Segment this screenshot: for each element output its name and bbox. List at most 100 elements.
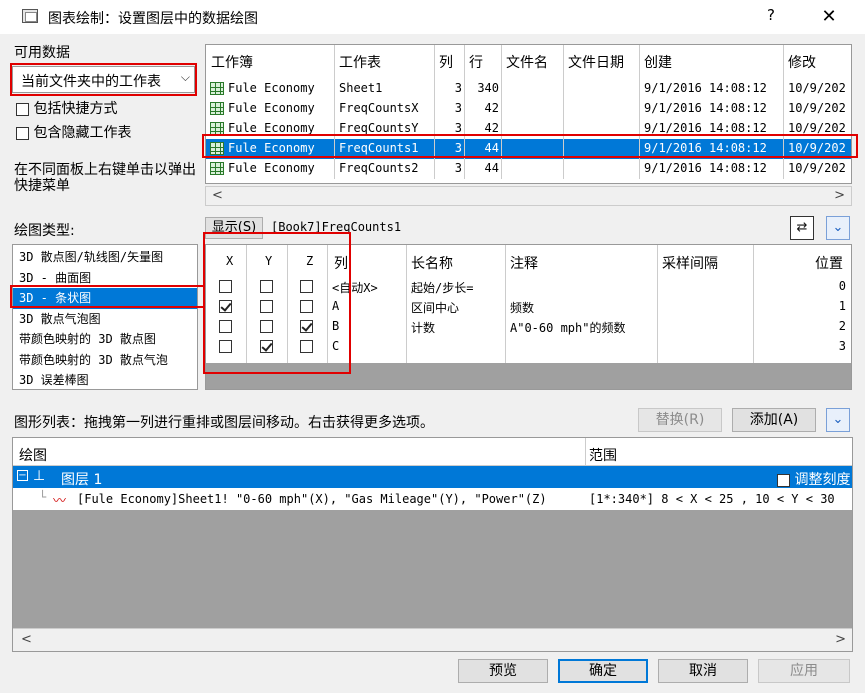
plot-list-header: 绘图 范围 (13, 438, 852, 466)
plot-type-item[interactable]: 3D 误差棒图 (13, 370, 197, 389)
column-row[interactable]: C3 (206, 337, 851, 357)
plot-type-item[interactable]: 3D - 条状图 (13, 288, 197, 309)
cell-long: 区间中心 (411, 301, 460, 315)
cell-book: Fule Economy (228, 121, 315, 135)
worksheet-row[interactable]: Fule Economy FreqCountsY 3 42 9/1/2016 14:08… (206, 119, 851, 139)
column-row[interactable]: <自动X> 起始/步长= 0 (206, 277, 851, 297)
header-plot[interactable]: 绘图 (19, 445, 47, 465)
include-shortcuts-option[interactable]: 包括快捷方式 (16, 98, 117, 118)
z-checkbox[interactable] (300, 320, 313, 333)
plot-row-range: [1*:340*] 8 < X < 25 , 10 < Y < 30 (589, 492, 835, 506)
scroll-right-icon[interactable]: > (835, 632, 846, 647)
header-position[interactable]: 位置 (815, 253, 843, 273)
header-column[interactable]: 列 (334, 253, 348, 273)
cell-cols: 3 (454, 101, 462, 115)
plot-type-item[interactable]: 3D - 曲面图 (13, 268, 197, 289)
data-source-dropdown[interactable]: 当前文件夹中的工作表 ⌵ (12, 66, 195, 93)
preview-button[interactable]: 预览 (458, 659, 548, 683)
x-checkbox[interactable] (219, 320, 232, 333)
z-checkbox[interactable] (300, 300, 313, 313)
plot-type-item[interactable]: 3D 散点气泡图 (13, 309, 197, 330)
close-button[interactable]: ✕ (815, 6, 843, 28)
plot-type-item[interactable]: 带颜色映射的 3D 散点图 (13, 329, 197, 350)
cell-created: 9/1/2016 14:08:12 (644, 121, 767, 135)
cell-cols: 3 (454, 121, 462, 135)
y-checkbox[interactable] (260, 280, 273, 293)
show-button[interactable]: 显示(S) (205, 217, 263, 239)
cell-created: 9/1/2016 14:08:12 (644, 81, 767, 95)
header-filedate[interactable]: 文件日期 (568, 52, 624, 72)
ok-button[interactable]: 确定 (558, 659, 648, 683)
double-chevron-down-icon[interactable]: ⌄ (826, 216, 850, 240)
cell-long: 起始/步长= (411, 281, 474, 295)
scroll-right-icon[interactable]: > (834, 188, 845, 203)
help-button[interactable]: ? (760, 6, 782, 28)
plot-type-item[interactable]: 带颜色映射的 3D 散点气泡 (13, 350, 197, 371)
cell-sheet: FreqCounts1 (339, 141, 419, 155)
workbook-icon (210, 122, 224, 135)
cell-book: Fule Economy (228, 101, 315, 115)
column-row[interactable]: B 计数 A"0-60 mph"的频数 2 (206, 317, 851, 337)
include-hidden-checkbox[interactable] (16, 126, 29, 140)
plot-list-hscrollbar[interactable]: < > (13, 628, 852, 651)
header-range[interactable]: 范围 (589, 445, 617, 465)
worksheet-table-hscrollbar[interactable]: < > (205, 186, 852, 206)
apply-button[interactable]: 应用 (758, 659, 850, 683)
replace-button[interactable]: 替换(R) (638, 408, 722, 432)
scroll-left-icon[interactable]: < (212, 188, 223, 203)
header-cols[interactable]: 列 (439, 52, 453, 72)
header-x[interactable]: X (226, 254, 233, 268)
selected-sheet-path: [Book7]FreqCounts1 (271, 220, 402, 234)
header-created[interactable]: 创建 (644, 52, 672, 72)
x-checkbox[interactable] (219, 280, 232, 293)
column-row[interactable]: A 区间中心 频数 1 (206, 297, 851, 317)
rescale-checkbox[interactable] (777, 473, 790, 487)
layer-row[interactable]: − ⊥ 图层 1 调整刻度 (13, 466, 852, 489)
rescale-option[interactable]: 调整刻度 (777, 469, 850, 489)
include-shortcuts-checkbox[interactable] (16, 102, 29, 116)
scroll-left-icon[interactable]: < (21, 632, 32, 647)
plot-row-text: [Fule Economy]Sheet1! "0-60 mph"(X), "Ga… (77, 492, 547, 506)
x-checkbox[interactable] (219, 340, 232, 353)
worksheet-row[interactable]: Fule Economy FreqCountsX 3 42 9/1/2016 14:08… (206, 99, 851, 119)
plot-setup-dialog: 图表绘制：设置图层中的数据绘图 ? ✕ 可用数据 当前文件夹中的工作表 ⌵ 包括… (0, 0, 865, 693)
cell-sheet: FreqCountsY (339, 121, 419, 135)
y-checkbox[interactable] (260, 300, 273, 313)
plot-type-item[interactable]: 3D 散点图/轨线图/矢量图 (13, 247, 197, 268)
header-z[interactable]: Z (306, 254, 313, 268)
z-checkbox[interactable] (300, 280, 313, 293)
header-sheet[interactable]: 工作表 (339, 52, 381, 72)
swap-arrows-icon[interactable]: ⇄ (790, 216, 814, 240)
cell-sheet: FreqCounts2 (339, 161, 419, 175)
worksheet-row[interactable]: Fule Economy FreqCounts2 3 44 9/1/2016 14:08… (206, 159, 851, 179)
header-comment[interactable]: 注释 (510, 253, 538, 273)
worksheet-row[interactable]: Fule Economy FreqCounts1 3 44 9/1/2016 14:08… (206, 139, 851, 159)
header-sampling[interactable]: 采样间隔 (662, 253, 718, 273)
include-hidden-option[interactable]: 包含隐藏工作表 (16, 122, 131, 142)
y-checkbox[interactable] (260, 320, 273, 333)
layer-icon: ⊥ (33, 468, 46, 484)
worksheet-row[interactable]: Fule Economy Sheet1 3 340 9/1/2016 14:08:12 1… (206, 79, 851, 99)
plot-row[interactable]: └ 〰 [Fule Economy]Sheet1! "0-60 mph"(X),… (13, 488, 852, 510)
cell-pos: 2 (838, 319, 846, 333)
y-checkbox[interactable] (260, 340, 273, 353)
header-book[interactable]: 工作簿 (211, 52, 253, 72)
cancel-button[interactable]: 取消 (658, 659, 748, 683)
header-long-name[interactable]: 长名称 (411, 253, 453, 273)
header-filename[interactable]: 文件名 (506, 52, 548, 72)
cell-book: Fule Economy (228, 81, 315, 95)
plot-type-list: 3D 散点图/轨线图/矢量图 3D - 曲面图 3D - 条状图 3D 散点气泡图 带颜… (12, 244, 198, 390)
plot-list-empty-area (13, 510, 852, 628)
header-modified[interactable]: 修改 (788, 52, 816, 72)
collapse-icon[interactable]: − (17, 470, 28, 481)
cell-rows: 44 (484, 141, 499, 155)
header-rows[interactable]: 行 (469, 52, 483, 72)
x-checkbox[interactable] (219, 300, 232, 313)
cell-rows: 42 (484, 101, 499, 115)
add-button[interactable]: 添加(A) (732, 408, 816, 432)
cell-modified: 10/9/202 (788, 121, 846, 135)
column-table: X Y Z 列 长名称 注释 采样间隔 位置 <自动X> 起始/步长= 0 A 区间中心… (205, 244, 852, 390)
header-y[interactable]: Y (265, 254, 272, 268)
z-checkbox[interactable] (300, 340, 313, 353)
double-chevron-down-icon[interactable]: ⌄ (826, 408, 850, 432)
